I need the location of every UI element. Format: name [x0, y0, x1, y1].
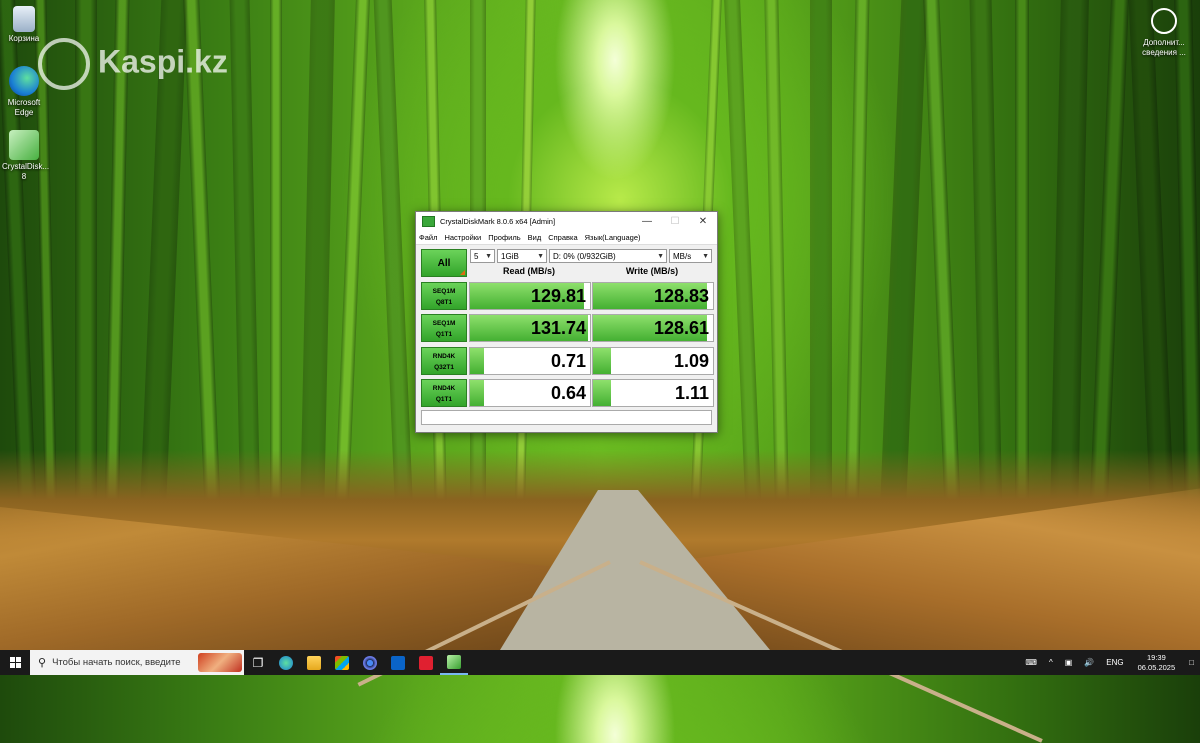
chevron-down-icon: ▼	[702, 253, 709, 260]
system-tray: ⌨ ^ ▣ 🔊 ENG 19:39 06.05.2025 □	[1019, 653, 1200, 673]
unit-select[interactable]: MB/s ▼	[669, 249, 712, 263]
write-speed-value: 128.61	[653, 318, 709, 338]
chevron-down-icon: ▼	[657, 253, 664, 260]
maximize-icon[interactable]: ☐	[661, 216, 689, 227]
test-label-line2: Q8T1	[435, 299, 453, 306]
test-button[interactable]: RND4K Q32T1	[421, 347, 467, 375]
clock-time: 19:39	[1146, 652, 1166, 662]
write-result-cell: 128.83	[592, 282, 714, 310]
desktop-icon-label: CrystalDisk... 8	[2, 162, 50, 181]
watermark: Kaspi.kz	[38, 38, 228, 90]
read-speed-value: 0.71	[550, 351, 586, 371]
menu-settings[interactable]: Настройки	[444, 233, 481, 242]
tray-chevron-up-icon[interactable]: ^	[1049, 658, 1053, 667]
store-icon[interactable]	[328, 650, 356, 675]
test-label-line1: RND4K	[432, 353, 456, 360]
edge-icon	[9, 66, 39, 96]
write-speed-value: 1.11	[674, 383, 709, 403]
red-app-icon[interactable]	[412, 650, 440, 675]
keyboard-icon[interactable]: ⌨	[1025, 658, 1037, 667]
size-select[interactable]: 1GiB ▼	[497, 249, 547, 263]
window-titlebar[interactable]: CrystalDiskMark 8.0.6 x64 [Admin] — ☐ ✕	[416, 212, 717, 231]
read-speed-value: 131.74	[530, 318, 586, 338]
menu-profile[interactable]: Профиль	[488, 233, 520, 242]
chrome-like-icon[interactable]	[356, 650, 384, 675]
read-speed-bar	[470, 348, 485, 374]
close-icon[interactable]: ✕	[689, 216, 717, 227]
all-button[interactable]: All	[421, 249, 467, 277]
taskbar: ⚲ Чтобы начать поиск, введите ❐ ⌨ ^ ▣ 🔊 …	[0, 650, 1200, 675]
clock[interactable]: 19:39 06.05.2025	[1138, 653, 1176, 673]
window-title: CrystalDiskMark 8.0.6 x64 [Admin]	[440, 217, 556, 226]
corner-info-label: Дополнит... сведения ...	[1142, 38, 1186, 57]
notification-icon[interactable]: □	[1189, 658, 1194, 667]
write-result-cell: 128.61	[592, 314, 714, 342]
menu-help[interactable]: Справка	[548, 233, 577, 242]
unit-value: MB/s	[673, 252, 692, 261]
test-label-line2: Q1T1	[435, 396, 453, 403]
chevron-down-icon: ▼	[537, 253, 544, 260]
write-speed-bar	[593, 348, 611, 374]
search-highlight-image	[198, 653, 242, 672]
search-placeholder: Чтобы начать поиск, введите	[52, 657, 181, 668]
test-label-line1: SEQ1M	[432, 288, 456, 295]
read-result-cell: 0.71	[469, 347, 591, 375]
crystaldiskmark-icon	[9, 130, 39, 160]
volume-icon[interactable]: 🔊	[1084, 658, 1094, 667]
read-result-cell: 129.81	[469, 282, 591, 310]
test-label-line2: Q32T1	[434, 364, 454, 371]
write-result-cell: 1.09	[592, 347, 714, 375]
file-explorer-icon[interactable]	[300, 650, 328, 675]
corner-info-widget[interactable]: Дополнит... сведения ...	[1138, 8, 1190, 58]
drive-value: D: 0% (0/932GiB)	[553, 252, 616, 261]
menu-bar: Файл Настройки Профиль Вид Справка Язык(…	[416, 231, 717, 245]
test-button[interactable]: SEQ1M Q1T1	[421, 314, 467, 342]
write-speed-bar	[593, 380, 611, 406]
taskbar-edge-icon[interactable]	[272, 650, 300, 675]
task-view-icon[interactable]: ❐	[244, 650, 272, 675]
read-result-cell: 131.74	[469, 314, 591, 342]
search-icon: ⚲	[38, 657, 47, 669]
recycle-bin-icon	[13, 6, 35, 32]
taskbar-crystaldiskmark-icon[interactable]	[440, 650, 468, 675]
size-value: 1GiB	[501, 252, 519, 261]
test-label-line2: Q1T1	[435, 331, 453, 338]
read-speed-bar	[470, 380, 485, 406]
windows-logo-icon	[9, 657, 21, 668]
count-select[interactable]: 5 ▼	[470, 249, 495, 263]
minimize-icon[interactable]: —	[633, 216, 661, 227]
outlook-icon[interactable]	[384, 650, 412, 675]
language-indicator[interactable]: ENG	[1106, 658, 1123, 667]
read-speed-value: 129.81	[530, 286, 586, 306]
read-result-cell: 0.64	[469, 379, 591, 407]
chevron-down-icon: ▼	[485, 253, 492, 260]
test-label-line1: SEQ1M	[432, 320, 456, 327]
write-speed-value: 1.09	[673, 351, 709, 371]
desktop-icon-crystaldiskmark[interactable]: CrystalDisk... 8	[2, 130, 50, 182]
write-speed-value: 128.83	[653, 286, 709, 306]
taskbar-search[interactable]: ⚲ Чтобы начать поиск, введите	[30, 650, 244, 675]
write-result-cell: 1.11	[592, 379, 714, 407]
test-label-line1: RND4K	[432, 385, 456, 392]
info-icon	[1151, 8, 1177, 34]
watermark-text: Kaspi.kz	[98, 43, 228, 80]
test-button[interactable]: SEQ1M Q8T1	[421, 282, 467, 310]
test-button[interactable]: RND4K Q1T1	[421, 379, 467, 407]
menu-language[interactable]: Язык(Language)	[585, 233, 641, 242]
app-icon	[422, 216, 435, 227]
start-button[interactable]	[0, 650, 30, 675]
watermark-logo-icon	[38, 38, 90, 90]
network-icon[interactable]: ▣	[1065, 658, 1073, 667]
write-header: Write (MB/s)	[625, 266, 679, 276]
menu-view[interactable]: Вид	[528, 233, 542, 242]
status-bar	[421, 410, 712, 425]
count-value: 5	[474, 252, 479, 261]
read-header: Read (MB/s)	[502, 266, 555, 276]
menu-file[interactable]: Файл	[419, 233, 437, 242]
read-speed-value: 0.64	[550, 383, 586, 403]
clock-date: 06.05.2025	[1137, 662, 1176, 672]
desktop-icon-label: Microsoft Edge	[7, 98, 41, 117]
drive-select[interactable]: D: 0% (0/932GiB) ▼	[549, 249, 667, 263]
crystaldiskmark-window: CrystalDiskMark 8.0.6 x64 [Admin] — ☐ ✕ …	[415, 211, 718, 433]
